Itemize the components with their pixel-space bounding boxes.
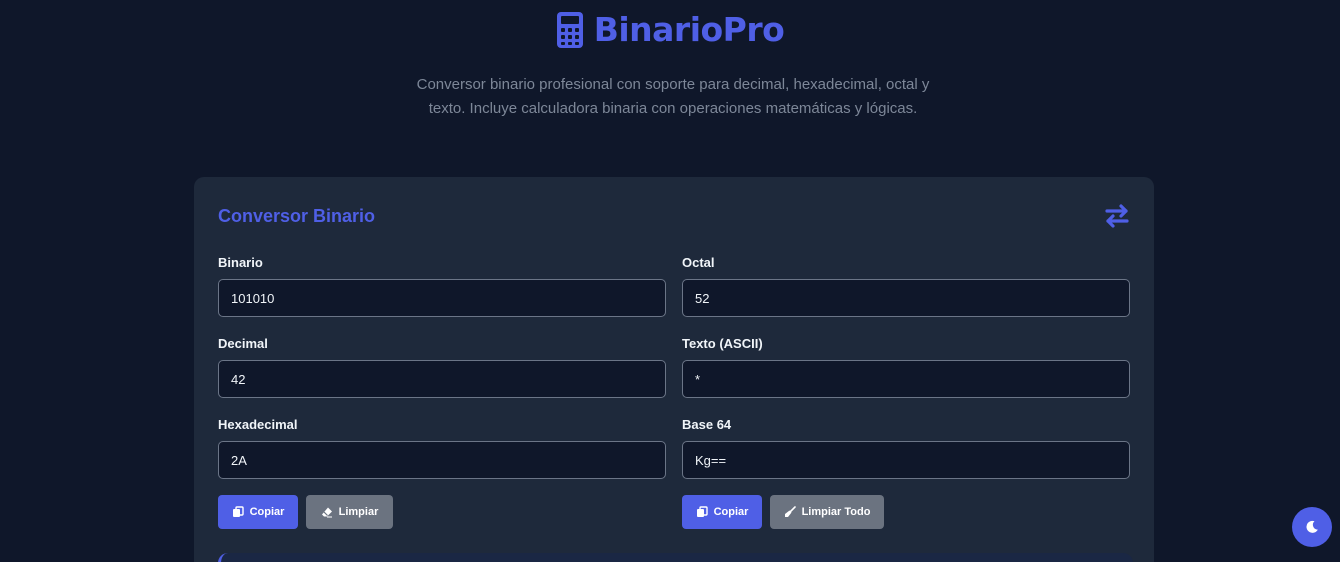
clear-all-button-label: Limpiar Todo <box>801 506 871 518</box>
moon-icon <box>1306 520 1318 533</box>
page: BinarioPro Conversor binario profesional… <box>0 0 1340 562</box>
decimal-label: Decimal <box>218 336 268 351</box>
clear-all-button[interactable]: Limpiar Todo <box>770 495 884 529</box>
copy-icon <box>232 506 244 517</box>
converter-title: Conversor Binario <box>218 206 376 226</box>
binary-field-group: Binario <box>218 255 666 317</box>
broom-icon <box>784 506 796 517</box>
octal-label: Octal <box>682 255 715 270</box>
text-label: Texto (ASCII) <box>682 336 763 351</box>
binary-label: Binario <box>218 255 263 270</box>
app-title: BinarioPro <box>593 10 785 49</box>
hexadecimal-field-group: Hexadecimal <box>218 417 666 479</box>
copy-button-left[interactable]: Copiar <box>218 495 298 529</box>
brand-header: BinarioPro <box>0 10 1340 49</box>
clear-button-left[interactable]: Limpiar <box>306 495 393 529</box>
text-input[interactable] <box>682 360 1130 398</box>
converter-card: Conversor Binario Binario Decimal Hexade… <box>194 177 1154 562</box>
decimal-field-group: Decimal <box>218 336 666 398</box>
info-panel <box>218 553 1133 562</box>
copy-icon <box>696 506 708 517</box>
text-field-group: Texto (ASCII) <box>682 336 1130 398</box>
octal-input[interactable] <box>682 279 1130 317</box>
calculator-icon <box>556 11 583 48</box>
copy-button-right-label: Copiar <box>713 506 749 518</box>
app-subtitle: Conversor binario profesional con soport… <box>416 76 930 117</box>
binary-input[interactable] <box>218 279 666 317</box>
copy-button-right[interactable]: Copiar <box>682 495 762 529</box>
swap-arrows-icon[interactable] <box>1104 203 1130 229</box>
base64-field-group: Base 64 <box>682 417 1130 479</box>
copy-button-left-label: Copiar <box>249 506 285 518</box>
theme-toggle-button[interactable] <box>1292 507 1332 547</box>
octal-field-group: Octal <box>682 255 1130 317</box>
hexadecimal-label: Hexadecimal <box>218 417 298 432</box>
base64-input[interactable] <box>682 441 1130 479</box>
hexadecimal-input[interactable] <box>218 441 666 479</box>
decimal-input[interactable] <box>218 360 666 398</box>
base64-label: Base 64 <box>682 417 732 432</box>
clear-button-left-label: Limpiar <box>338 506 379 518</box>
eraser-icon <box>321 507 332 518</box>
